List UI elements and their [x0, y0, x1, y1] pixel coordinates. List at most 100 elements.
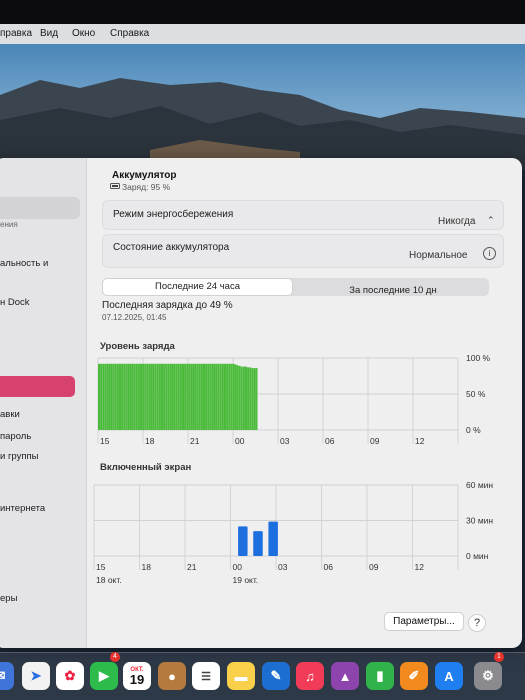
battery-level-bar — [161, 363, 163, 430]
battery-level-bar — [207, 363, 210, 430]
mail-icon[interactable]: ✉ — [0, 662, 14, 690]
battery-level-bar — [114, 363, 117, 430]
menu-edit[interactable]: правка — [0, 28, 32, 39]
parameters-button[interactable]: Параметры... — [384, 612, 464, 631]
sidebar-item-6[interactable]: и группы — [0, 451, 38, 462]
sidebar-item-4[interactable]: авки — [0, 409, 20, 420]
battery-level-bar — [144, 363, 147, 430]
battery-level-bar — [142, 363, 145, 430]
battery-level-bar — [217, 363, 220, 430]
battery-level-bar — [192, 363, 195, 430]
battery-level-bar — [171, 363, 174, 430]
battery-level-bar — [152, 363, 155, 430]
battery-level-bar — [190, 363, 193, 430]
menu-window[interactable]: Окно — [72, 28, 95, 39]
screen-on-bar — [238, 526, 248, 556]
battery-level-bar — [158, 363, 161, 430]
menu-help[interactable]: Справка — [110, 28, 149, 39]
battery-level-bar — [200, 363, 203, 430]
battery-level-bar — [238, 365, 241, 430]
settings-window: ения альность и н Dock авки пароль и гру… — [0, 158, 522, 648]
battery-level-bar — [98, 363, 100, 430]
battery-level-bar — [247, 367, 250, 430]
battery-level-bar — [156, 363, 159, 430]
sidebar-item-battery-selected[interactable] — [0, 376, 75, 397]
chart-title-1: Включенный экран — [100, 462, 191, 473]
y-tick-label: 0 % — [466, 425, 481, 435]
battery-charts: Уровень заряда 100 % 50 % 0 % 15 18 21 00 03 06 09… — [93, 341, 493, 585]
battery-level-bar — [179, 363, 182, 430]
battery-level-bar — [198, 363, 201, 430]
x-tick-label: 00 — [235, 436, 245, 446]
pages-icon[interactable]: ✐ — [400, 662, 428, 690]
battery-level-bar — [177, 363, 180, 430]
freeform-icon[interactable]: ✎ — [262, 662, 290, 690]
battery-level-bar — [188, 363, 191, 430]
sidebar-item-2[interactable]: альность и — [0, 258, 48, 269]
battery-level-bar — [213, 363, 216, 430]
y-tick-label: 50 % — [466, 389, 486, 399]
battery-level-bar — [240, 366, 243, 430]
battery-level-bar — [121, 363, 124, 430]
facetime-icon[interactable]: ▶ — [90, 662, 118, 690]
battery-level-bar — [127, 363, 130, 430]
maps-icon[interactable]: ➤ — [22, 662, 50, 690]
keynote-icon[interactable]: ▲ — [331, 662, 359, 690]
battery-level-bar — [234, 364, 237, 430]
battery-level-bar — [215, 363, 218, 430]
x-tick-label: 03 — [278, 562, 288, 572]
x-tick-label: 15 — [100, 436, 110, 446]
battery-level-bar — [211, 363, 214, 430]
x-tick-label: 21 — [187, 562, 197, 572]
battery-level-bar — [125, 363, 128, 430]
sidebar-item-5[interactable]: пароль — [0, 431, 31, 442]
x-tick-label: 06 — [324, 562, 334, 572]
battery-level-bar — [255, 368, 258, 430]
battery-level-bar — [112, 363, 115, 430]
reminders-icon[interactable]: ☰ — [192, 662, 220, 690]
battery-level-bar — [137, 363, 140, 430]
sidebar-item-7[interactable]: интернета — [0, 503, 45, 514]
sidebar-item-1[interactable]: ения — [0, 220, 18, 229]
x-tick-label: 12 — [415, 562, 425, 572]
facetime-badge: 4 — [110, 652, 120, 662]
battery-level-bar — [219, 363, 222, 430]
battery-level-bar — [167, 363, 170, 430]
battery-level-bar — [221, 363, 224, 430]
battery-level-bar — [100, 363, 103, 430]
screen-on-bar — [253, 531, 263, 556]
sidebar-item-3[interactable]: н Dock — [0, 297, 30, 308]
contacts-icon[interactable]: ● — [158, 662, 186, 690]
battery-level-bar — [232, 363, 235, 430]
system-settings-icon[interactable]: ⚙ — [474, 662, 502, 690]
x-tick-label: 00 — [233, 562, 243, 572]
battery-level-bar — [205, 363, 208, 430]
x-tick-label: 12 — [415, 436, 425, 446]
numbers-icon[interactable]: ▮ — [366, 662, 394, 690]
appstore-icon[interactable]: A — [435, 662, 463, 690]
battery-level-bar — [173, 363, 176, 430]
battery-level-bar — [119, 363, 121, 430]
battery-level-bar — [236, 365, 239, 430]
battery-level-bar — [148, 363, 151, 430]
battery-level-bar — [163, 363, 166, 430]
battery-level-bar — [146, 363, 149, 430]
battery-level-bar — [106, 363, 109, 430]
sidebar-selection-highlight — [0, 197, 80, 219]
battery-level-bar — [182, 363, 184, 430]
battery-level-bar — [251, 368, 254, 430]
system-settings-badge: 1 — [494, 652, 504, 662]
calendar-icon[interactable]: ОКТ. 19 — [123, 662, 151, 690]
photos-icon[interactable]: ✿ — [56, 662, 84, 690]
help-button[interactable]: ? — [468, 614, 486, 632]
music-icon[interactable]: ♫ — [296, 662, 324, 690]
battery-level-bar — [135, 363, 138, 430]
battery-level-bar — [228, 363, 231, 430]
battery-level-bar — [245, 366, 247, 430]
battery-level-bar — [129, 363, 132, 430]
sidebar-item-8[interactable]: еры — [0, 593, 17, 604]
menu-view[interactable]: Вид — [40, 28, 58, 39]
battery-level-bar — [175, 363, 178, 430]
battery-level-bar — [102, 363, 105, 430]
notes-icon[interactable]: ▬ — [227, 662, 255, 690]
